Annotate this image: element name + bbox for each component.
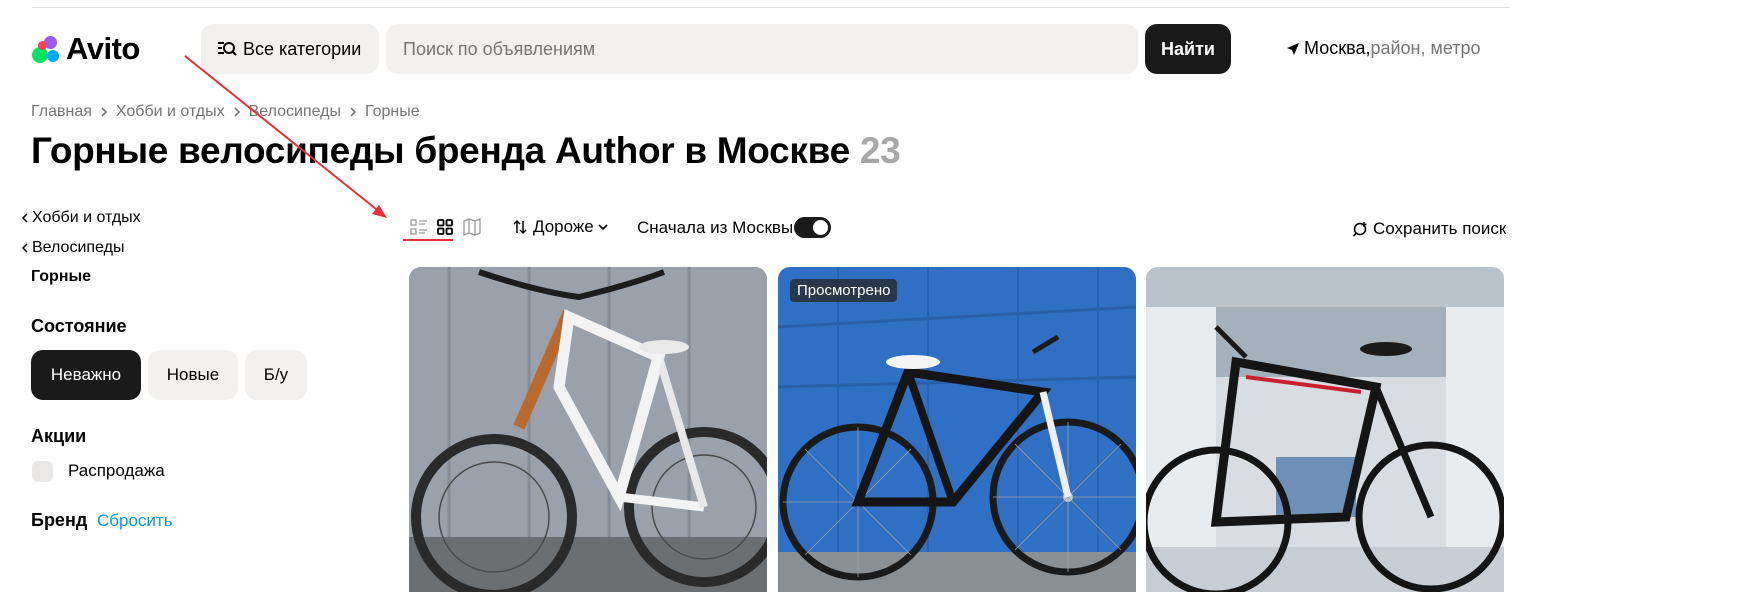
logo-text: Avito (66, 31, 140, 66)
top-divider (32, 7, 1510, 8)
active-view-underline (403, 239, 453, 241)
chevron-right-icon (350, 107, 357, 117)
sort-dropdown[interactable]: Дороже (512, 217, 609, 237)
toggle-knob (813, 220, 828, 235)
sale-checkbox-label[interactable]: Распродажа (68, 461, 165, 481)
list-view-icon[interactable] (409, 217, 429, 237)
listing-card[interactable] (409, 267, 767, 592)
condition-used-chip[interactable]: Б/у (245, 350, 307, 400)
listing-card[interactable] (1146, 267, 1504, 592)
moscow-first-label: Сначала из Москвы (637, 218, 794, 237)
sidebar-link-hobby[interactable]: Хобби и отдых (20, 209, 141, 227)
sale-checkbox[interactable] (32, 461, 53, 482)
sidebar-link-bicycles[interactable]: Велосипеды (20, 239, 124, 257)
chevron-right-icon (101, 107, 108, 117)
avito-logo[interactable]: Avito (30, 31, 150, 67)
page-title-text: Горные велосипеды бренда Author в Москве (31, 130, 850, 171)
condition-any-chip[interactable]: Неважно (31, 350, 141, 400)
breadcrumb-item-mountain[interactable]: Горные (365, 103, 420, 121)
brand-reset-link[interactable]: Сбросить (97, 511, 173, 531)
save-search-button[interactable]: Сохранить поиск (1352, 219, 1506, 239)
search-input[interactable] (386, 24, 1138, 74)
chevron-left-icon (21, 243, 28, 253)
all-categories-label: Все категории (243, 38, 362, 59)
sidebar-link-hobby-label: Хобби и отдых (32, 209, 141, 226)
chevron-left-icon (21, 213, 28, 223)
listing-photo (409, 267, 767, 592)
breadcrumb-item-bicycles[interactable]: Велосипеды (249, 103, 341, 121)
logo-dots-icon (30, 33, 62, 65)
categories-search-icon (218, 42, 237, 56)
listing-photo (1146, 267, 1504, 592)
sort-label: Дороже (533, 217, 594, 236)
condition-title: Состояние (31, 316, 127, 336)
map-view-icon[interactable] (462, 217, 482, 237)
location-selector[interactable]: Москва, район, метро (1286, 38, 1481, 59)
sidebar-current-category: Горные (31, 268, 92, 285)
sort-arrows-icon (513, 219, 527, 235)
brand-title: Бренд (31, 510, 88, 530)
promos-title: Акции (31, 426, 87, 446)
grid-view-icon[interactable] (435, 217, 455, 237)
all-categories-button[interactable]: Все категории (201, 24, 379, 74)
breadcrumb-item-home[interactable]: Главная (31, 103, 92, 121)
condition-new-chip[interactable]: Новые (148, 350, 238, 400)
chevron-down-icon (598, 224, 608, 231)
location-arrow-icon (1287, 42, 1299, 55)
save-search-icon (1352, 221, 1367, 237)
breadcrumb: Главная Хобби и отдых Велосипеды Горные (31, 103, 420, 121)
listing-card[interactable]: Просмотрено (778, 267, 1136, 592)
find-button[interactable]: Найти (1145, 24, 1231, 74)
results-count: 23 (859, 130, 901, 171)
save-search-label: Сохранить поиск (1373, 219, 1507, 238)
breadcrumb-item-hobby[interactable]: Хобби и отдых (116, 103, 225, 121)
location-sub: район, метро (1370, 38, 1481, 58)
chevron-right-icon (234, 107, 240, 117)
viewed-badge: Просмотрено (790, 279, 898, 302)
location-city: Москва, (1304, 38, 1371, 58)
moscow-first-toggle[interactable] (794, 217, 831, 238)
listing-photo (778, 267, 1136, 592)
page-title: Горные велосипеды бренда Author в Москве… (31, 130, 901, 172)
sidebar-link-bicycles-label: Велосипеды (32, 239, 125, 256)
